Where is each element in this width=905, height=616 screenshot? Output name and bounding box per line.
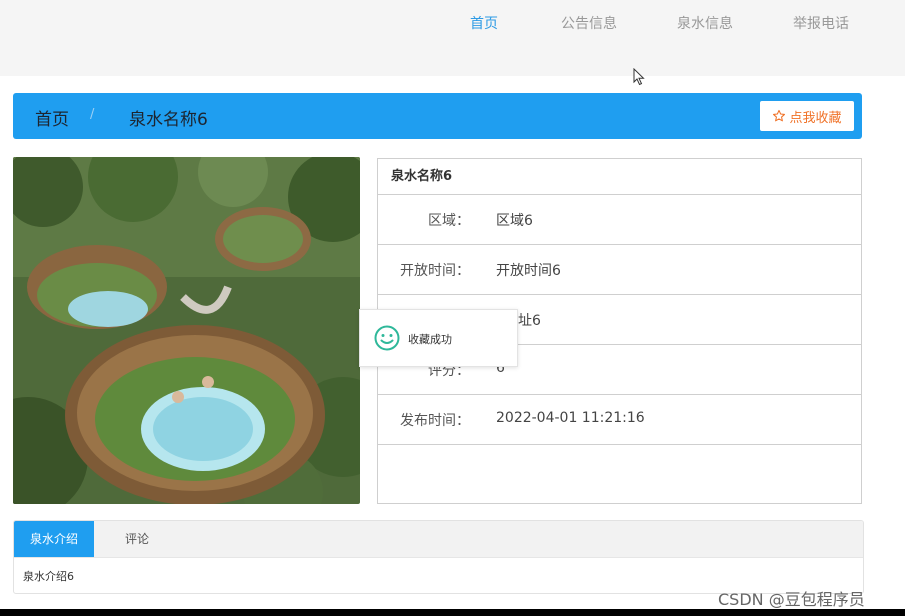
top-navigation-bar: 首页 公告信息 泉水信息 举报电话 <box>0 0 905 76</box>
breadcrumb-separator: / <box>90 107 95 122</box>
toast-message: 收藏成功 <box>359 309 518 367</box>
mouse-cursor-icon <box>633 68 645 86</box>
detail-value: 开放时间6 <box>496 263 561 279</box>
detail-label: 区域： <box>428 213 470 229</box>
detail-label: 发布时间： <box>400 413 470 429</box>
favorite-button-label: 点我收藏 <box>789 110 842 126</box>
breadcrumb-home[interactable]: 首页 <box>35 105 69 130</box>
spring-photo <box>13 157 360 504</box>
nav-home[interactable]: 首页 <box>470 13 498 33</box>
toast-text: 收藏成功 <box>408 333 452 346</box>
nav-announcements[interactable]: 公告信息 <box>561 13 617 33</box>
detail-value: 2022-04-01 11:21:16 <box>496 410 645 426</box>
detail-row-publish-time: 发布时间： 2022-04-01 11:21:16 <box>378 395 861 445</box>
breadcrumb-bar: 首页 / 泉水名称6 点我收藏 <box>13 93 862 139</box>
detail-value: 区域6 <box>496 213 533 229</box>
tab-spring-intro[interactable]: 泉水介绍 <box>14 521 94 557</box>
favorite-button[interactable]: 点我收藏 <box>760 101 854 131</box>
nav-report-phone[interactable]: 举报电话 <box>793 13 849 33</box>
tab-bar: 泉水介绍 评论 <box>14 521 863 558</box>
tab-content: 泉水介绍6 <box>23 570 74 583</box>
bottom-strip <box>0 609 905 616</box>
tab-comments[interactable]: 评论 <box>112 521 162 557</box>
detail-label: 开放时间： <box>400 263 470 279</box>
smile-icon <box>374 325 400 351</box>
detail-title: 泉水名称6 <box>378 159 861 195</box>
tabs-panel: 泉水介绍 评论 泉水介绍6 <box>13 520 864 594</box>
detail-row-region: 区域： 区域6 <box>378 195 861 245</box>
star-outline-icon <box>773 109 786 122</box>
nav-spring-info[interactable]: 泉水信息 <box>677 13 733 33</box>
watermark: CSDN @豆包程序员 <box>718 590 865 609</box>
breadcrumb-current: 泉水名称6 <box>129 110 208 130</box>
detail-row-open-time: 开放时间： 开放时间6 <box>378 245 861 295</box>
